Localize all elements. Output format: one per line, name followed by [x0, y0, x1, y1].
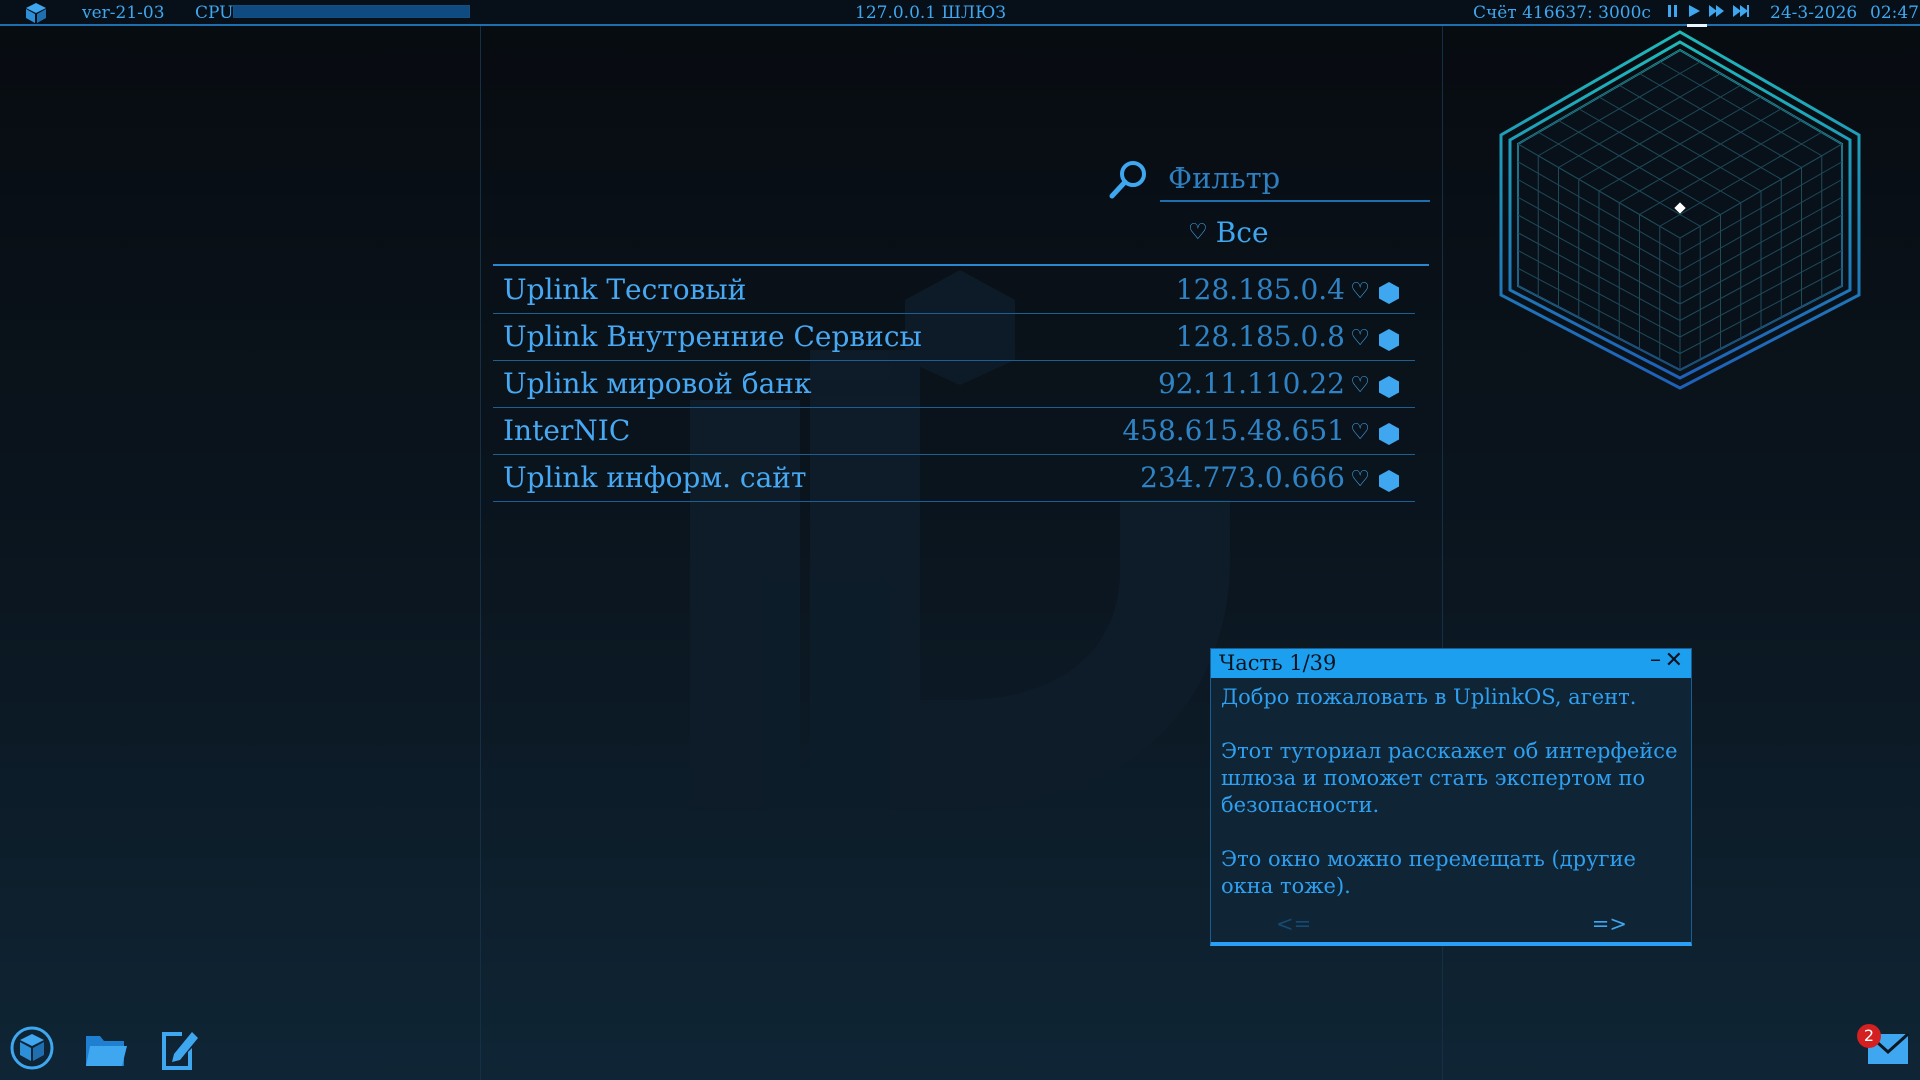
notes-icon[interactable]	[160, 1028, 200, 1070]
os-logo-icon[interactable]	[24, 2, 48, 24]
tutorial-title: Часть 1/39	[1219, 651, 1337, 675]
tutorial-window[interactable]: Часть 1/39 – ✕ Добро пожаловать в Uplink…	[1210, 648, 1692, 946]
connect-hex-icon[interactable]	[1379, 470, 1399, 492]
favorite-heart-icon[interactable]: ♡	[1350, 279, 1370, 304]
version-label: ver-21-03	[82, 3, 165, 23]
close-icon[interactable]: ✕	[1665, 649, 1683, 673]
folder-icon[interactable]	[84, 1030, 128, 1070]
gateway-address: 127.0.0.1 ШЛЮЗ	[855, 3, 1006, 23]
server-row[interactable]: Uplink мировой банк 92.11.110.22 ♡	[493, 361, 1415, 408]
favorite-heart-icon[interactable]: ♡	[1350, 373, 1370, 398]
server-row[interactable]: InterNIC 458.615.48.651 ♡	[493, 408, 1415, 455]
server-ip: 128.185.0.4	[1175, 273, 1345, 306]
tutorial-body: Добро пожаловать в UplinkOS, агент. Этот…	[1211, 678, 1691, 933]
server-name: Uplink информ. сайт	[503, 461, 807, 494]
cpu-usage-bar	[233, 5, 470, 18]
favorites-filter-toggle[interactable]: ♡ Все	[1188, 216, 1269, 249]
speed-selected-indicator	[1687, 24, 1707, 27]
minimize-icon[interactable]: –	[1650, 649, 1661, 671]
server-name: Uplink Тестовый	[503, 273, 747, 306]
connect-hex-icon[interactable]	[1379, 282, 1399, 304]
server-name: Uplink мировой банк	[503, 367, 812, 400]
tutorial-titlebar[interactable]: Часть 1/39 – ✕	[1211, 649, 1691, 678]
connect-hex-icon[interactable]	[1379, 376, 1399, 398]
heart-icon: ♡	[1188, 220, 1208, 245]
server-row[interactable]: Uplink Внутренние Сервисы 128.185.0.8 ♡	[493, 314, 1415, 361]
connect-hex-icon[interactable]	[1379, 329, 1399, 351]
left-panel-divider	[480, 26, 481, 1080]
tutorial-next-button[interactable]: =>	[1592, 912, 1627, 936]
server-list: Uplink Тестовый 128.185.0.4 ♡ Uplink Вну…	[493, 267, 1415, 502]
game-clock: 02:47	[1870, 3, 1919, 23]
server-ip: 458.615.48.651	[1122, 414, 1345, 447]
search-icon	[1109, 161, 1146, 199]
top-bar: ver-21-03 CPU 127.0.0.1 ШЛЮЗ Счёт 416637…	[0, 0, 1920, 27]
favorite-heart-icon[interactable]: ♡	[1350, 420, 1370, 445]
game-speed-controls	[1666, 3, 1750, 27]
filter-input[interactable]	[1160, 156, 1430, 202]
cpu-label: CPU	[195, 3, 234, 23]
tutorial-prev-button[interactable]: <=	[1276, 912, 1311, 936]
cpu-usage-fill	[234, 6, 469, 17]
server-name: InterNIC	[503, 414, 631, 447]
game-date: 24-3-2026	[1770, 3, 1858, 23]
connect-hex-icon[interactable]	[1379, 423, 1399, 445]
list-header-divider	[493, 264, 1429, 266]
bank-balance[interactable]: Счёт 416637: 3000c	[1473, 2, 1651, 24]
fastest-forward-icon[interactable]	[1732, 3, 1750, 19]
server-ip: 128.185.0.8	[1175, 320, 1345, 353]
fast-forward-icon[interactable]	[1708, 3, 1726, 19]
tutorial-text: Этот туториал расскажет об интерфейсе шл…	[1221, 739, 1678, 817]
gateway-app-icon[interactable]	[10, 1026, 54, 1070]
favorite-heart-icon[interactable]: ♡	[1350, 467, 1370, 492]
server-row[interactable]: Uplink информ. сайт 234.773.0.666 ♡	[493, 455, 1415, 502]
play-icon[interactable]	[1686, 3, 1702, 19]
unread-mail-badge: 2	[1857, 1024, 1881, 1048]
server-ip: 234.773.0.666	[1140, 461, 1345, 494]
tutorial-text: Добро пожаловать в UplinkOS, агент.	[1221, 685, 1637, 709]
server-ip: 92.11.110.22	[1157, 367, 1345, 400]
favorites-filter-label: Все	[1215, 216, 1269, 249]
server-row[interactable]: Uplink Тестовый 128.185.0.4 ♡	[493, 267, 1415, 314]
network-map-cube[interactable]	[1495, 30, 1865, 390]
server-name: Uplink Внутренние Сервисы	[503, 320, 922, 353]
favorite-heart-icon[interactable]: ♡	[1350, 326, 1370, 351]
pause-icon[interactable]	[1666, 3, 1680, 19]
tutorial-text: Это окно можно перемещать (другие окна т…	[1221, 847, 1636, 898]
